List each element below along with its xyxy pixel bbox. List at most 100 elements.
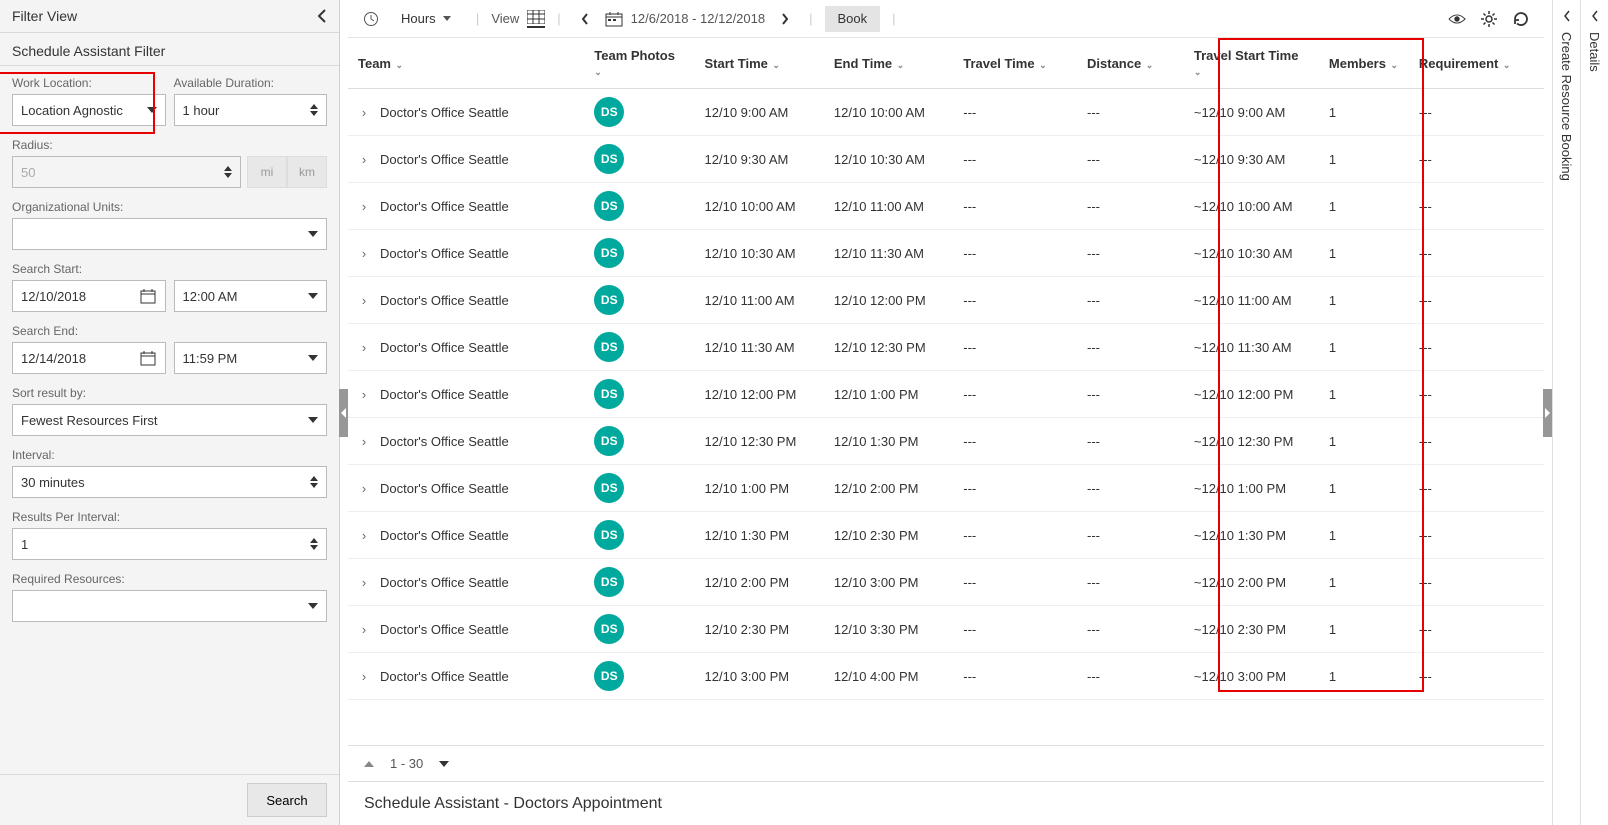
search-start-date[interactable]: 12/10/2018 xyxy=(12,280,166,312)
expand-icon[interactable]: › xyxy=(358,669,370,684)
team-name: Doctor's Office Seattle xyxy=(380,152,509,167)
expand-icon[interactable]: › xyxy=(358,152,370,167)
org-units-select[interactable] xyxy=(12,218,327,250)
requirement: --- xyxy=(1409,183,1544,230)
expand-icon[interactable]: › xyxy=(358,434,370,449)
calendar-icon[interactable] xyxy=(605,10,623,28)
start-time: 12/10 1:00 PM xyxy=(695,465,824,512)
expand-icon[interactable]: › xyxy=(358,481,370,496)
travel-start-time: ~12/10 11:00 AM xyxy=(1184,277,1319,324)
collapse-filter-icon[interactable] xyxy=(317,9,327,23)
eye-icon[interactable] xyxy=(1448,10,1466,28)
table-row[interactable]: ›Doctor's Office SeattleDS12/10 3:00 PM1… xyxy=(348,653,1544,700)
end-time: 12/10 10:00 AM xyxy=(824,89,953,136)
travel-start-time: ~12/10 2:30 PM xyxy=(1184,606,1319,653)
avatar: DS xyxy=(594,426,624,456)
column-header[interactable]: Travel Time ⌄ xyxy=(953,38,1077,89)
refresh-icon[interactable] xyxy=(1512,10,1530,28)
search-end-time[interactable]: 11:59 PM xyxy=(174,342,328,374)
results-per-interval-input[interactable]: 1 xyxy=(12,528,327,560)
work-location-select[interactable]: Location Agnostic xyxy=(12,94,166,126)
search-end-date[interactable]: 12/14/2018 xyxy=(12,342,166,374)
travel-time: --- xyxy=(953,89,1077,136)
hours-dropdown[interactable]: Hours xyxy=(388,6,464,32)
panel-splitter[interactable] xyxy=(340,0,348,825)
stepper-icon xyxy=(310,476,318,488)
column-header[interactable]: Start Time ⌄ xyxy=(695,38,824,89)
chevron-down-icon xyxy=(308,231,318,237)
column-header[interactable]: Members ⌄ xyxy=(1319,38,1409,89)
prev-button[interactable] xyxy=(573,6,597,32)
table-row[interactable]: ›Doctor's Office SeattleDS12/10 11:30 AM… xyxy=(348,324,1544,371)
expand-icon[interactable]: › xyxy=(358,622,370,637)
next-button[interactable] xyxy=(773,6,797,32)
table-row[interactable]: ›Doctor's Office SeattleDS12/10 12:30 PM… xyxy=(348,418,1544,465)
expand-icon[interactable]: › xyxy=(358,575,370,590)
travel-time: --- xyxy=(953,653,1077,700)
required-resources-label: Required Resources: xyxy=(12,572,327,586)
column-header[interactable]: Travel Start Time ⌄ xyxy=(1184,38,1319,89)
toolbar: Hours | View | 12/6/2018 - 12/12/2018 | … xyxy=(348,0,1544,38)
right-splitter[interactable] xyxy=(1544,0,1552,825)
table-row[interactable]: ›Doctor's Office SeattleDS12/10 1:30 PM1… xyxy=(348,512,1544,559)
details-rail[interactable]: Details xyxy=(1580,0,1608,825)
avatar: DS xyxy=(594,661,624,691)
requirement: --- xyxy=(1409,371,1544,418)
travel-time: --- xyxy=(953,183,1077,230)
table-row[interactable]: ›Doctor's Office SeattleDS12/10 12:00 PM… xyxy=(348,371,1544,418)
column-header[interactable]: Distance ⌄ xyxy=(1077,38,1184,89)
expand-icon[interactable]: › xyxy=(358,105,370,120)
interval-input[interactable]: 30 minutes xyxy=(12,466,327,498)
end-time: 12/10 3:00 PM xyxy=(824,559,953,606)
available-duration-input[interactable]: 1 hour xyxy=(174,94,328,126)
expand-icon[interactable]: › xyxy=(358,246,370,261)
page-down-icon[interactable] xyxy=(439,761,449,767)
column-header[interactable]: Team Photos ⌄ xyxy=(584,38,694,89)
required-resources-select[interactable] xyxy=(12,590,327,622)
search-button[interactable]: Search xyxy=(247,783,327,817)
column-header[interactable]: Team ⌄ xyxy=(348,38,584,89)
chevron-down-icon xyxy=(308,355,318,361)
table-row[interactable]: ›Doctor's Office SeattleDS12/10 1:00 PM1… xyxy=(348,465,1544,512)
members: 1 xyxy=(1319,653,1409,700)
travel-start-time: ~12/10 12:30 PM xyxy=(1184,418,1319,465)
table-row[interactable]: ›Doctor's Office SeattleDS12/10 9:30 AM1… xyxy=(348,136,1544,183)
team-name: Doctor's Office Seattle xyxy=(380,293,509,308)
members: 1 xyxy=(1319,418,1409,465)
table-row[interactable]: ›Doctor's Office SeattleDS12/10 2:30 PM1… xyxy=(348,606,1544,653)
search-start-time[interactable]: 12:00 AM xyxy=(174,280,328,312)
column-header[interactable]: Requirement ⌄ xyxy=(1409,38,1544,89)
avatar: DS xyxy=(594,473,624,503)
expand-icon[interactable]: › xyxy=(358,293,370,308)
expand-icon[interactable]: › xyxy=(358,387,370,402)
expand-icon[interactable]: › xyxy=(358,199,370,214)
grid-view-icon[interactable] xyxy=(527,10,545,28)
table-row[interactable]: ›Doctor's Office SeattleDS12/10 2:00 PM1… xyxy=(348,559,1544,606)
page-range: 1 - 30 xyxy=(390,756,423,771)
book-button[interactable]: Book xyxy=(825,6,881,32)
table-row[interactable]: ›Doctor's Office SeattleDS12/10 9:00 AM1… xyxy=(348,89,1544,136)
table-row[interactable]: ›Doctor's Office SeattleDS12/10 10:00 AM… xyxy=(348,183,1544,230)
end-time: 12/10 10:30 AM xyxy=(824,136,953,183)
expand-icon[interactable]: › xyxy=(358,528,370,543)
table-row[interactable]: ›Doctor's Office SeattleDS12/10 10:30 AM… xyxy=(348,230,1544,277)
create-booking-rail[interactable]: Create Resource Booking xyxy=(1552,0,1580,825)
travel-start-time: ~12/10 12:00 PM xyxy=(1184,371,1319,418)
page-up-icon[interactable] xyxy=(364,761,374,767)
create-booking-label: Create Resource Booking xyxy=(1559,32,1574,181)
travel-start-time: ~12/10 3:00 PM xyxy=(1184,653,1319,700)
expand-icon[interactable]: › xyxy=(358,340,370,355)
avatar: DS xyxy=(594,238,624,268)
chevron-down-icon: ⌄ xyxy=(894,60,904,70)
end-time: 12/10 4:00 PM xyxy=(824,653,953,700)
team-name: Doctor's Office Seattle xyxy=(380,481,509,496)
table-row[interactable]: ›Doctor's Office SeattleDS12/10 11:00 AM… xyxy=(348,277,1544,324)
sort-select[interactable]: Fewest Resources First xyxy=(12,404,327,436)
chevron-down-icon: ⌄ xyxy=(594,67,602,77)
gear-icon[interactable] xyxy=(1480,10,1498,28)
results-grid[interactable]: Team ⌄Team Photos ⌄Start Time ⌄End Time … xyxy=(348,38,1544,745)
chevron-down-icon: ⌄ xyxy=(1194,67,1202,77)
requirement: --- xyxy=(1409,230,1544,277)
distance: --- xyxy=(1077,183,1184,230)
column-header[interactable]: End Time ⌄ xyxy=(824,38,953,89)
